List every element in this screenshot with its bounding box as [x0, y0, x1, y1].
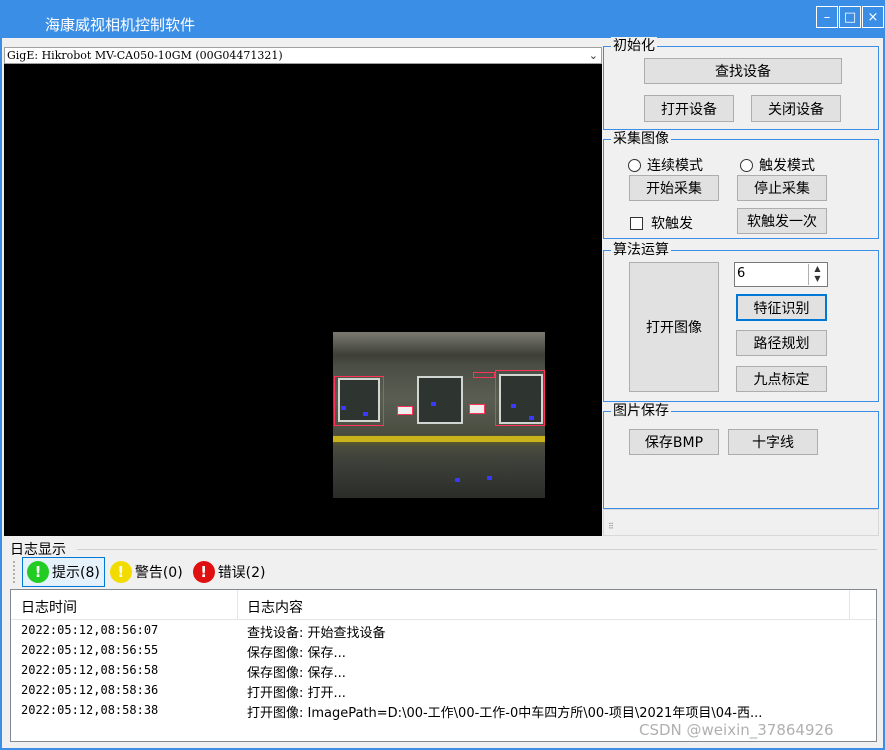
maximize-button[interactable]: □	[839, 6, 861, 28]
spin-down-icon[interactable]: ▼	[809, 274, 826, 284]
camera-device-value: GigE: Hikrobot MV-CA050-10GM (00G0447132…	[7, 49, 283, 62]
column-header-time[interactable]: 日志时间	[21, 597, 77, 617]
crosshair-button[interactable]: 十字线	[728, 429, 818, 455]
watermark: CSDN @weixin_37864926	[639, 721, 834, 739]
feature-mark	[495, 370, 545, 426]
log-content: 打开图像: ImagePath=D:\00-工作\00-工作-0中车四方所\00…	[247, 706, 763, 721]
nine-point-calibration-button[interactable]: 九点标定	[736, 366, 827, 392]
log-time: 2022:05:12,08:56:07	[21, 623, 159, 637]
log-row[interactable]: 2022:05:12,08:58:38 打开图像: ImagePath=D:\0…	[11, 702, 876, 722]
warning-icon: !	[109, 561, 132, 583]
image-stripe	[333, 436, 545, 442]
feature-point	[511, 404, 516, 408]
column-divider[interactable]	[849, 590, 850, 620]
captured-train-image	[333, 332, 545, 498]
log-content: 保存图像: 保存...	[247, 666, 346, 681]
log-row[interactable]: 2022:05:12,08:56:07 查找设备: 开始查找设备	[11, 622, 876, 642]
soft-trigger-checkbox[interactable]: 软触发	[630, 213, 693, 233]
feature-mark	[473, 372, 495, 378]
trigger-mode-label: 触发模式	[759, 158, 815, 174]
log-list-header: 日志时间 日志内容	[11, 590, 876, 620]
tab-warning-label: 警告(0)	[134, 565, 183, 581]
close-device-button[interactable]: 关闭设备	[751, 95, 841, 122]
info-icon: !	[27, 561, 49, 583]
log-tabs: ! 提示(8) ! 警告(0) ! 错误(2)	[12, 557, 271, 587]
init-group-title: 初始化	[611, 37, 657, 55]
log-row[interactable]: 2022:05:12,08:56:55 保存图像: 保存...	[11, 642, 876, 662]
checkbox-box	[630, 216, 643, 230]
log-section-title: 日志显示	[10, 542, 66, 558]
feature-recognition-button[interactable]: 特征识别	[736, 294, 827, 321]
feature-point	[341, 406, 346, 410]
chevron-down-icon[interactable]: ⌄	[589, 48, 598, 63]
title-bar[interactable]: 海康威视相机控制软件 – □ ×	[0, 0, 885, 38]
continuous-mode-radio[interactable]: 连续模式	[628, 155, 703, 175]
status-bar: ⠿	[603, 509, 879, 536]
numeric-spinbox[interactable]: 6 ▲ ▼	[734, 262, 828, 287]
feature-point	[431, 402, 436, 406]
close-button[interactable]: ×	[862, 6, 884, 28]
log-row[interactable]: 2022:05:12,08:58:36 打开图像: 打开...	[11, 682, 876, 702]
soft-trigger-label: 软触发	[651, 216, 693, 232]
image-save-group: 图片保存 保存BMP 十字线	[603, 402, 879, 509]
feature-point	[529, 416, 534, 420]
algorithm-group-title: 算法运算	[611, 241, 671, 259]
stop-capture-button[interactable]: 停止采集	[737, 175, 827, 201]
open-image-button[interactable]: 打开图像	[629, 262, 719, 392]
feature-mark	[469, 404, 485, 414]
log-list[interactable]: 日志时间 日志内容 2022:05:12,08:56:07 查找设备: 开始查找…	[10, 589, 877, 742]
feature-point	[363, 412, 368, 416]
init-group: 初始化 查找设备 打开设备 关闭设备	[603, 37, 879, 130]
log-content: 打开图像: 打开...	[247, 686, 346, 701]
error-icon: !	[192, 561, 215, 583]
feature-point	[487, 476, 492, 480]
spinbox-value: 6	[737, 266, 746, 281]
algorithm-group: 算法运算 打开图像 6 ▲ ▼ 特征识别 路径规划 九点标定	[603, 241, 879, 402]
path-planning-button[interactable]: 路径规划	[736, 330, 827, 356]
find-devices-button[interactable]: 查找设备	[644, 58, 842, 84]
log-time: 2022:05:12,08:58:36	[21, 683, 159, 697]
feature-point	[455, 478, 460, 482]
app-window: 海康威视相机控制软件 – □ × GigE: Hikrobot MV-CA050…	[0, 0, 885, 750]
toolbar-grip-icon[interactable]	[12, 560, 16, 584]
feature-mark	[397, 406, 413, 415]
radio-circle	[628, 158, 641, 172]
tab-warning[interactable]: ! 警告(0)	[105, 557, 188, 587]
tab-info[interactable]: ! 提示(8)	[22, 557, 105, 587]
tab-error[interactable]: ! 错误(2)	[188, 557, 271, 587]
capture-group: 采集图像 连续模式 触发模式 开始采集 停止采集 软触发 软触发一次	[603, 130, 879, 239]
minimize-button[interactable]: –	[816, 6, 838, 28]
capture-group-title: 采集图像	[611, 130, 671, 148]
start-capture-button[interactable]: 开始采集	[629, 175, 719, 201]
client-area: GigE: Hikrobot MV-CA050-10GM (00G0447132…	[2, 37, 883, 748]
image-train-window	[417, 376, 463, 424]
tab-info-label: 提示(8)	[52, 565, 100, 581]
spin-up-icon[interactable]: ▲	[809, 264, 826, 274]
save-bmp-button[interactable]: 保存BMP	[629, 429, 719, 455]
log-time: 2022:05:12,08:58:38	[21, 703, 159, 717]
divider	[77, 549, 877, 550]
window-title: 海康威视相机控制软件	[45, 16, 196, 34]
column-divider[interactable]	[237, 590, 238, 620]
camera-preview	[4, 64, 602, 536]
log-row[interactable]: 2022:05:12,08:56:58 保存图像: 保存...	[11, 662, 876, 682]
image-save-group-title: 图片保存	[611, 402, 671, 420]
resize-grip-icon[interactable]: ⠿	[608, 522, 615, 531]
continuous-mode-label: 连续模式	[647, 158, 703, 174]
log-content: 保存图像: 保存...	[247, 646, 346, 661]
feature-mark	[334, 376, 384, 426]
spinbox-arrows[interactable]: ▲ ▼	[808, 264, 826, 285]
trigger-mode-radio[interactable]: 触发模式	[740, 155, 815, 175]
tab-error-label: 错误(2)	[217, 565, 266, 581]
log-time: 2022:05:12,08:56:58	[21, 663, 159, 677]
open-device-button[interactable]: 打开设备	[644, 95, 734, 122]
radio-circle	[740, 158, 753, 172]
log-content: 查找设备: 开始查找设备	[247, 626, 386, 641]
column-header-content[interactable]: 日志内容	[247, 597, 303, 617]
camera-device-select[interactable]: GigE: Hikrobot MV-CA050-10GM (00G0447132…	[4, 47, 602, 64]
soft-trigger-once-button[interactable]: 软触发一次	[737, 208, 827, 234]
log-time: 2022:05:12,08:56:55	[21, 643, 159, 657]
